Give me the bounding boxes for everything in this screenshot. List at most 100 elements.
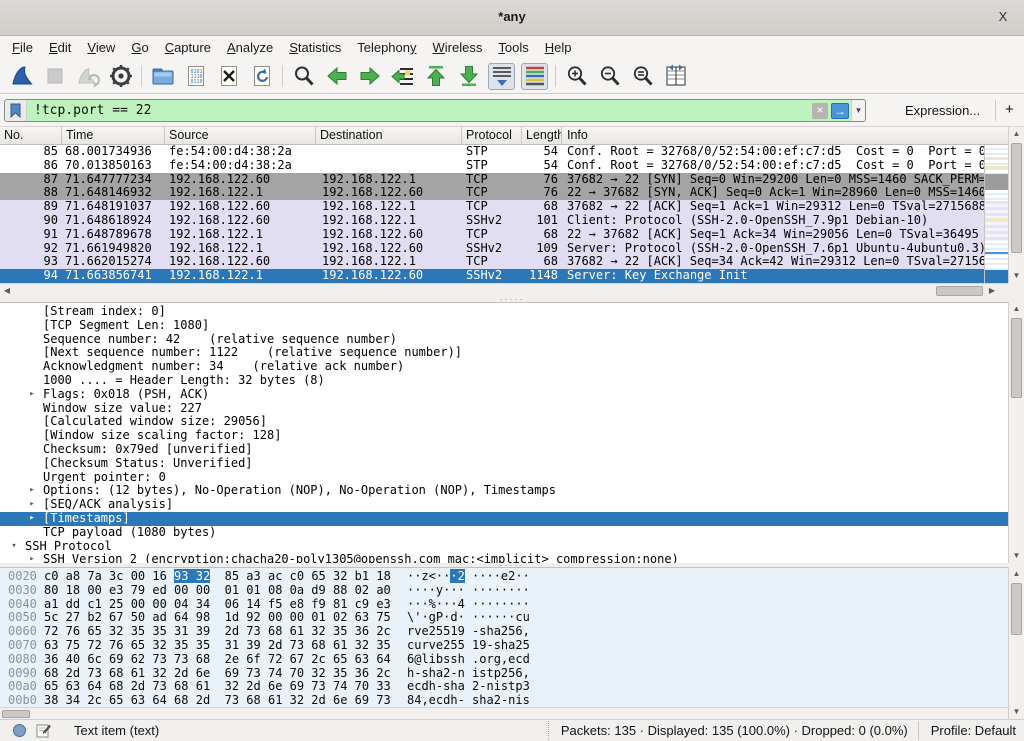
detail-line[interactable]: [Calculated window size: 29056]: [0, 415, 1008, 429]
bytes-vscroll-thumb[interactable]: [1011, 583, 1022, 635]
packet-row-90[interactable]: 9071.648618924192.168.122.60192.168.122.…: [0, 214, 984, 228]
hex-ascii[interactable]: rve25519 -sha256,: [407, 625, 530, 639]
expander-collapsed-icon[interactable]: ▸: [26, 512, 38, 526]
menu-analyze[interactable]: Analyze: [219, 38, 281, 57]
packet-list-vscrollbar[interactable]: ▲ ▼: [1008, 127, 1024, 283]
menu-file[interactable]: File: [4, 38, 41, 57]
hex-row-0030[interactable]: 003080 18 00 e3 79 ed 00 00 01 01 08 0a …: [0, 584, 1008, 598]
filter-text[interactable]: !tcp.port == 22: [27, 103, 812, 118]
resize-columns-icon[interactable]: [662, 63, 689, 90]
hex-row-0090[interactable]: 009068 2d 73 68 61 32 2d 6e 69 73 74 70 …: [0, 667, 1008, 681]
menu-capture[interactable]: Capture: [157, 38, 219, 57]
column-header-destination[interactable]: Destination: [316, 127, 462, 144]
packet-details-pane[interactable]: [Stream index: 0] [TCP Segment Len: 1080…: [0, 302, 1008, 563]
detail-line[interactable]: [Stream index: 0]: [0, 305, 1008, 319]
scroll-up-icon[interactable]: ▲: [1009, 302, 1024, 316]
hex-ascii[interactable]: ···%···4 ········: [407, 598, 530, 612]
expander-collapsed-icon[interactable]: ▸: [26, 388, 38, 402]
filter-add-button[interactable]: +: [1005, 101, 1014, 118]
hex-ascii[interactable]: 6@libssh .org,ecd: [407, 653, 530, 667]
detail-line[interactable]: [Next sequence number: 1122 (relative se…: [0, 346, 1008, 360]
menu-edit[interactable]: Edit: [41, 38, 79, 57]
expander-collapsed-icon[interactable]: ▸: [26, 498, 38, 512]
status-profile[interactable]: Profile: Default: [918, 721, 1024, 740]
scroll-down-icon[interactable]: ▼: [1009, 269, 1024, 283]
expander-collapsed-icon[interactable]: ▸: [26, 553, 38, 563]
detail-line[interactable]: ▸Flags: 0x018 (PSH, ACK): [0, 388, 1008, 402]
detail-line[interactable]: [TCP Segment Len: 1080]: [0, 319, 1008, 333]
detail-line[interactable]: [Checksum Status: Unverified]: [0, 457, 1008, 471]
menu-tools[interactable]: Tools: [490, 38, 536, 57]
hex-ascii[interactable]: curve255 19-sha25: [407, 639, 530, 653]
packet-row-93[interactable]: 9371.662015274192.168.122.60192.168.122.…: [0, 255, 984, 269]
packet-row-89[interactable]: 8971.648191037192.168.122.60192.168.122.…: [0, 200, 984, 214]
expert-info-icon[interactable]: [12, 723, 27, 738]
start-capture-icon[interactable]: [8, 63, 35, 90]
bytes-hscrollbar[interactable]: [0, 707, 1008, 719]
hex-bytes[interactable]: 68 2d 73 68 61 32 2d 6e 69 73 74 70 32 3…: [44, 667, 391, 681]
packet-row-94[interactable]: 9471.663856741192.168.122.1192.168.122.6…: [0, 269, 984, 283]
packet-list-vscroll-thumb[interactable]: [1011, 143, 1022, 253]
packet-row-88[interactable]: 8871.648146932192.168.122.1192.168.122.6…: [0, 186, 984, 200]
menu-telephony[interactable]: Telephony: [349, 38, 424, 57]
zoom-100-icon[interactable]: [629, 63, 656, 90]
go-back-icon[interactable]: [323, 63, 350, 90]
hex-bytes[interactable]: 36 40 6c 69 62 73 73 68 2e 6f 72 67 2c 6…: [44, 653, 391, 667]
scroll-right-icon[interactable]: ▶: [986, 285, 998, 297]
detail-line[interactable]: 1000 .... = Header Length: 32 bytes (8): [0, 374, 1008, 388]
hex-row-0080[interactable]: 008036 40 6c 69 62 73 73 68 2e 6f 72 67 …: [0, 653, 1008, 667]
column-header-length[interactable]: Length: [522, 127, 562, 144]
hex-ascii[interactable]: ··z<···2 ····e2··: [407, 570, 530, 584]
scroll-down-icon[interactable]: ▼: [1009, 549, 1024, 563]
detail-line[interactable]: Sequence number: 42 (relative sequence n…: [0, 333, 1008, 347]
capture-options-icon[interactable]: [107, 63, 134, 90]
column-header-no[interactable]: No.: [0, 127, 62, 144]
packet-list[interactable]: 8568.001734936fe:54:00:d4:38:2aSTP54Conf…: [0, 145, 984, 283]
display-filter-input[interactable]: !tcp.port == 22 × → ▾: [4, 99, 866, 122]
packet-row-92[interactable]: 9271.661949820192.168.122.1192.168.122.6…: [0, 242, 984, 256]
hex-ascii[interactable]: h-sha2-n istp256,: [407, 667, 530, 681]
hex-row-0060[interactable]: 006072 76 65 32 35 35 31 39 2d 73 68 61 …: [0, 625, 1008, 639]
hex-bytes[interactable]: 72 76 65 32 35 35 31 39 2d 73 68 61 32 3…: [44, 625, 391, 639]
detail-line[interactable]: ▸[SEQ/ACK analysis]: [0, 498, 1008, 512]
column-header-info[interactable]: Info: [562, 127, 1008, 144]
detail-line[interactable]: TCP payload (1080 bytes): [0, 526, 1008, 540]
open-file-icon[interactable]: [149, 63, 176, 90]
packet-row-91[interactable]: 9171.648789678192.168.122.1192.168.122.6…: [0, 228, 984, 242]
detail-line[interactable]: Urgent pointer: 0: [0, 471, 1008, 485]
column-header-protocol[interactable]: Protocol: [462, 127, 522, 144]
colorize-icon[interactable]: [521, 63, 548, 90]
expander-expanded-icon[interactable]: ▾: [8, 540, 20, 554]
details-vscroll-thumb[interactable]: [1011, 318, 1022, 398]
hex-row-0040[interactable]: 0040a1 dd c1 25 00 00 04 34 06 14 f5 e8 …: [0, 598, 1008, 612]
filter-apply-button[interactable]: →: [831, 103, 849, 119]
menu-help[interactable]: Help: [537, 38, 580, 57]
hex-row-0070[interactable]: 007063 75 72 76 65 32 35 35 31 39 2d 73 …: [0, 639, 1008, 653]
packet-bytes-pane[interactable]: 0020c0 a8 7a 3c 00 16 93 32 85 a3 ac c0 …: [0, 567, 1008, 707]
bytes-vscrollbar[interactable]: ▲ ▼: [1008, 567, 1024, 719]
hex-bytes[interactable]: c0 a8 7a 3c 00 16 93 32 85 a3 ac c0 65 3…: [44, 570, 391, 584]
capture-comment-icon[interactable]: [36, 723, 51, 738]
bytes-hscroll-thumb[interactable]: [2, 710, 30, 718]
packet-row-87[interactable]: 8771.647777234192.168.122.60192.168.122.…: [0, 173, 984, 187]
scroll-up-icon[interactable]: ▲: [1009, 567, 1024, 581]
zoom-out-icon[interactable]: [596, 63, 623, 90]
detail-line[interactable]: ▾SSH Protocol: [0, 540, 1008, 554]
column-header-source[interactable]: Source: [165, 127, 316, 144]
menu-statistics[interactable]: Statistics: [281, 38, 349, 57]
hex-ascii[interactable]: ····y··· ········: [407, 584, 530, 598]
hex-bytes[interactable]: 63 75 72 76 65 32 35 35 31 39 2d 73 68 6…: [44, 639, 391, 653]
hex-ascii[interactable]: \'·gP·d· ······cu: [407, 611, 530, 625]
expression-button[interactable]: Expression...: [905, 103, 980, 118]
scroll-down-icon[interactable]: ▼: [1009, 705, 1024, 719]
packet-list-hscroll-thumb[interactable]: [936, 286, 983, 296]
expander-collapsed-icon[interactable]: ▸: [26, 484, 38, 498]
reload-file-icon[interactable]: [248, 63, 275, 90]
hex-ascii[interactable]: 84,ecdh- sha2-nis: [407, 694, 530, 707]
close-window-button[interactable]: X: [994, 9, 1012, 24]
hex-bytes[interactable]: 80 18 00 e3 79 ed 00 00 01 01 08 0a d9 8…: [44, 584, 391, 598]
find-packet-icon[interactable]: [290, 63, 317, 90]
detail-line[interactable]: ▸Options: (12 bytes), No-Operation (NOP)…: [0, 484, 1008, 498]
detail-line[interactable]: Checksum: 0x79ed [unverified]: [0, 443, 1008, 457]
menu-wireless[interactable]: Wireless: [425, 38, 491, 57]
